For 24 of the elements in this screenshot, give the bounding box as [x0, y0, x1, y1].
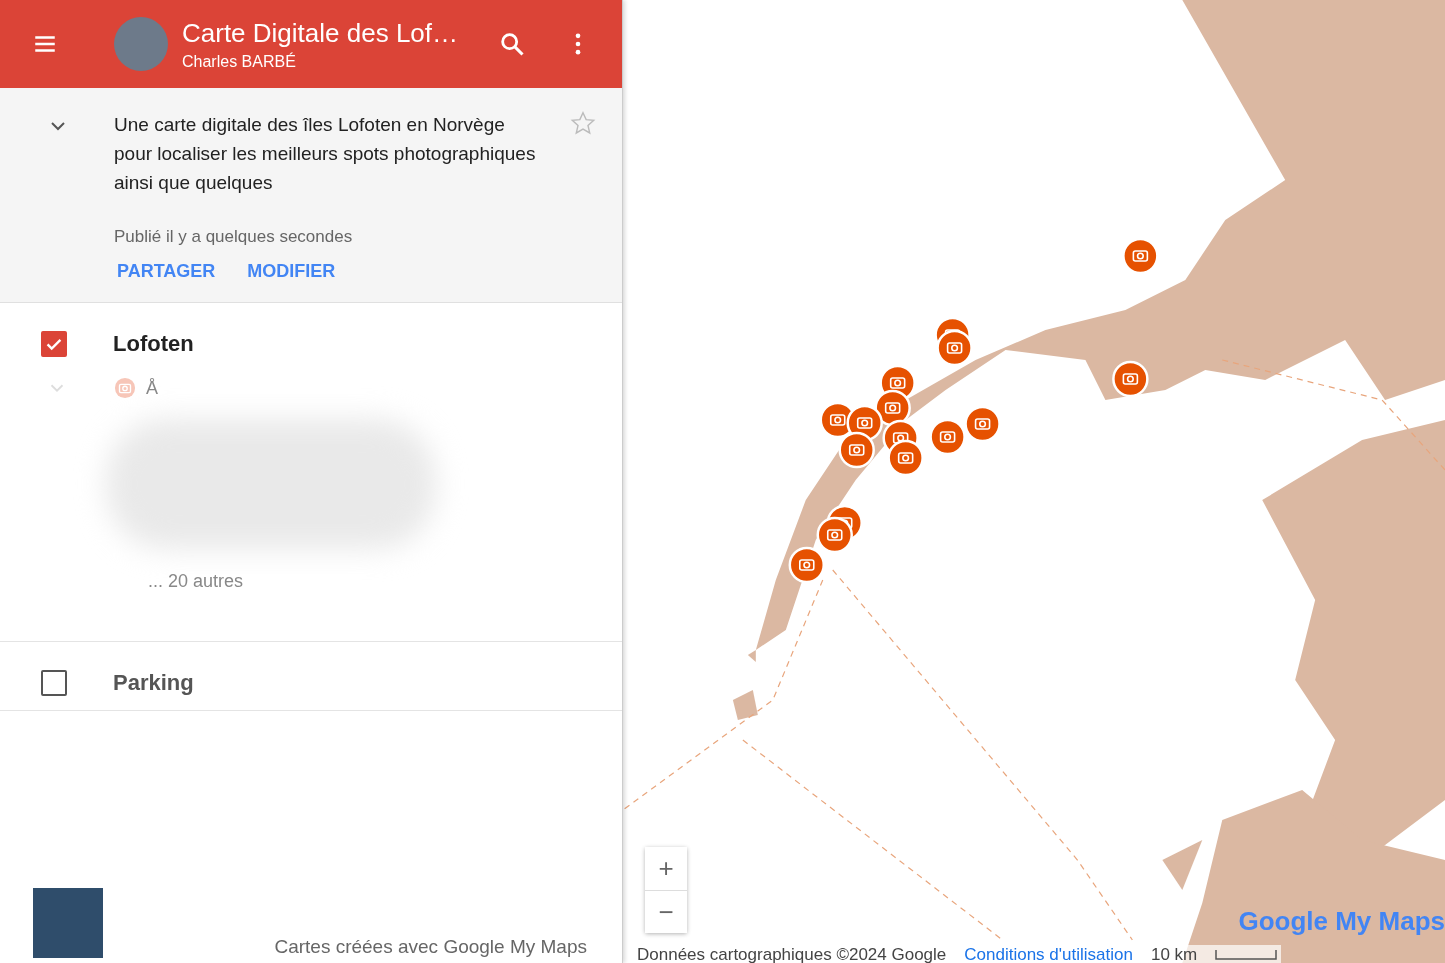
scale-bar-icon — [1215, 950, 1278, 960]
zoom-out-button[interactable]: − — [645, 890, 687, 933]
terms-link[interactable]: Conditions d'utilisation — [964, 945, 1133, 963]
layer-checkbox[interactable] — [41, 331, 67, 357]
author-name: Charles BARBÉ — [182, 52, 297, 71]
layer-name[interactable]: Parking — [113, 670, 194, 696]
search-icon[interactable] — [498, 30, 526, 58]
action-link[interactable]: PARTAGER — [117, 261, 216, 282]
map-description: Une carte digitale des îles Lofoten en Norvège pour localiser les meilleurs spots photographiques ainsi que quelques — [114, 113, 537, 195]
camera-icon — [114, 377, 136, 399]
more-places-link[interactable]: ... 20 autres — [148, 571, 622, 592]
layer-checkbox[interactable] — [41, 670, 67, 696]
map-logo: Google My Maps — [1238, 906, 1445, 937]
footer-text: Cartes créées avec Google My Maps — [274, 936, 587, 958]
zoom-in-button[interactable]: + — [645, 847, 687, 890]
action-link[interactable]: MODIFIER — [247, 261, 336, 282]
map-attribution: Données cartographiques ©2024 Google — [637, 945, 947, 963]
scale-label: 10 km — [1150, 945, 1198, 963]
avatar — [114, 17, 168, 71]
map-title: Carte Digitale des Lof… — [182, 17, 460, 49]
place-name[interactable]: Å — [146, 377, 158, 399]
star-icon[interactable] — [570, 110, 596, 136]
layer-name[interactable]: Lofoten — [113, 331, 194, 357]
published-time: Publié il y a quelques secondes — [114, 227, 354, 247]
